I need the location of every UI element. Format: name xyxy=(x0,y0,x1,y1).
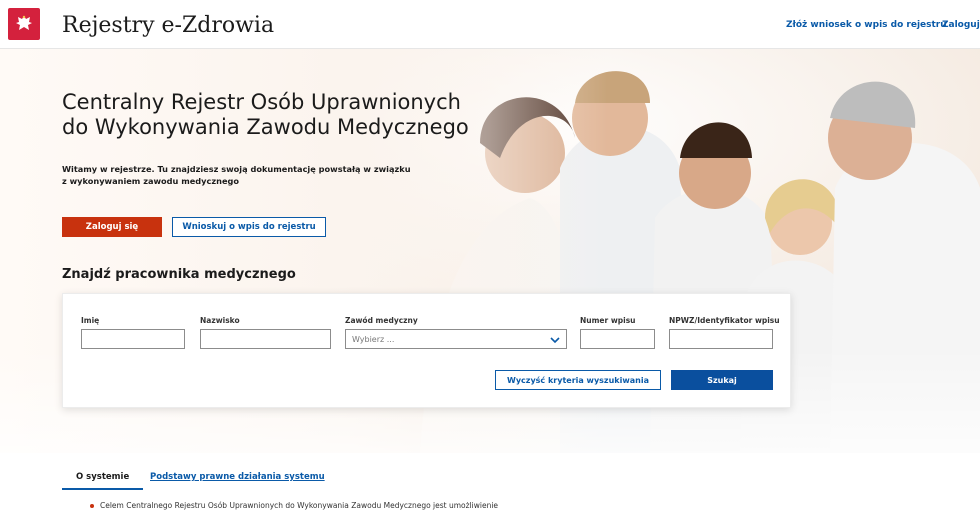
page-title: Centralny Rejestr Osób Uprawnionych do W… xyxy=(62,90,469,139)
about-paragraph: Celem Centralnego Rejestru Osób Uprawnio… xyxy=(100,501,499,510)
search-form-card: Imię Nazwisko Zawód medyczny Wybierz ...… xyxy=(62,293,791,408)
last-name-label: Nazwisko xyxy=(200,316,240,325)
npwz-label: NPWZ/Identyfikator wpisu xyxy=(669,316,780,325)
entry-number-input[interactable] xyxy=(580,329,655,349)
eagle-emblem-icon[interactable] xyxy=(8,8,40,40)
top-header: Rejestry e-Zdrowia Złóż wniosek o wpis d… xyxy=(0,0,980,49)
profession-label: Zawód medyczny xyxy=(345,316,418,325)
npwz-input[interactable] xyxy=(669,329,773,349)
search-button[interactable]: Szukaj xyxy=(671,370,773,390)
header-login-link[interactable]: Zaloguj się xyxy=(942,20,980,30)
list-bullet-icon xyxy=(90,504,94,508)
profession-select[interactable]: Wybierz ... xyxy=(345,329,567,349)
tab-about-system[interactable]: O systemie xyxy=(62,472,144,490)
login-button[interactable]: Zaloguj się xyxy=(62,217,162,237)
entry-number-label: Numer wpisu xyxy=(580,316,636,325)
last-name-input[interactable] xyxy=(200,329,331,349)
search-section-title: Znajdź pracownika medycznego xyxy=(62,267,296,282)
first-name-label: Imię xyxy=(81,316,100,325)
chevron-down-icon xyxy=(550,337,560,344)
apply-registry-button[interactable]: Wnioskuj o wpis do rejestru xyxy=(172,217,326,237)
clear-criteria-button[interactable]: Wyczyść kryteria wyszukiwania xyxy=(495,370,661,390)
site-brand-title[interactable]: Rejestry e-Zdrowia xyxy=(62,13,274,38)
apply-to-registry-link[interactable]: Złóż wniosek o wpis do rejestru xyxy=(786,20,947,30)
tab-legal-basis[interactable]: Podstawy prawne działania systemu xyxy=(150,472,325,488)
intro-text: Witamy w rejestrze. Tu znajdziesz swoją … xyxy=(62,164,411,186)
first-name-input[interactable] xyxy=(81,329,185,349)
